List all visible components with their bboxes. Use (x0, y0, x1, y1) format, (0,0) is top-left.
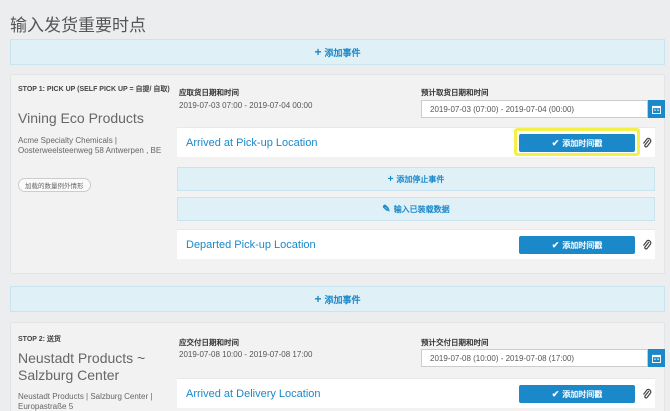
add-stop-event-button[interactable]: + 添加停止事件 (177, 167, 655, 191)
add-timestamp-label: 添加时间戳 (562, 389, 603, 399)
quantity-exception-button[interactable]: 加载的数量例外情形 (18, 178, 91, 192)
pickup-due-label: 应取货日期和时间 (179, 88, 239, 97)
add-stop-event-label: 添加停止事件 (396, 174, 445, 184)
add-event-button-middle[interactable]: + 添加事件 (10, 286, 665, 312)
event-row-arrived-delivery: Arrived at Delivery Location ✔ 添加时间戳 (177, 378, 655, 408)
paperclip-icon[interactable] (642, 239, 652, 251)
highlight-marker (514, 128, 640, 156)
paperclip-icon[interactable] (642, 137, 652, 149)
edit-icon: ✎ (382, 203, 391, 215)
add-event-label: 添加事件 (324, 47, 361, 58)
page-title: 输入发货重要时点 (10, 16, 146, 35)
delivery-planned-input[interactable]: 2019-07-08 (10:00) - 2019-07-08 (17:00) (421, 349, 648, 367)
event-row-departed-pickup: Departed Pick-up Location ✔ 添加时间戳 (177, 229, 655, 259)
enter-loaded-data-label: 输入已装载数据 (393, 204, 450, 214)
plus-icon: + (314, 292, 322, 306)
delivery-planned-label: 预计交付日期和时间 (421, 338, 489, 347)
stop-1-company: Vining Eco Products (18, 110, 144, 126)
pickup-planned-label: 预计取货日期和时间 (421, 88, 489, 97)
stop-1-address: Acme Specialty Chemicals | Oosterweelste… (18, 136, 162, 155)
stop-2-label: STOP 2: 送货 (18, 336, 61, 343)
enter-loaded-data-button[interactable]: ✎ 输入已装载数据 (177, 197, 655, 221)
add-timestamp-label: 添加时间戳 (562, 240, 603, 250)
delivery-due-value: 2019-07-08 10:00 - 2019-07-08 17:00 (179, 350, 313, 359)
add-event-label: 添加事件 (324, 294, 361, 305)
pickup-due-value: 2019-07-03 07:00 - 2019-07-04 00:00 (179, 101, 313, 110)
stop-2-company: Neustadt Products ~ Salzburg Center (18, 350, 146, 383)
plus-icon: + (314, 45, 322, 59)
event-title: Departed Pick-up Location (186, 239, 316, 251)
paperclip-icon[interactable] (642, 388, 652, 400)
event-title: Arrived at Delivery Location (186, 388, 321, 400)
pickup-planned-input[interactable]: 2019-07-03 (07:00) - 2019-07-04 (00:00) (421, 100, 648, 118)
check-icon: ✔ (551, 388, 560, 399)
calendar-icon[interactable] (648, 349, 665, 367)
calendar-icon[interactable] (648, 100, 665, 118)
check-icon: ✔ (551, 239, 560, 250)
add-timestamp-button[interactable]: ✔ 添加时间戳 (519, 385, 635, 403)
stop-1-label: STOP 1: PICK UP (SELF PICK UP = 自提/ 自取) (18, 86, 170, 93)
event-title: Arrived at Pick-up Location (186, 137, 318, 149)
stop-2-address: Neustadt Products | Salzburg Center | Eu… (18, 392, 153, 411)
plus-icon: + (387, 173, 394, 185)
add-timestamp-button[interactable]: ✔ 添加时间戳 (519, 236, 635, 254)
delivery-due-label: 应交付日期和时间 (179, 338, 239, 347)
add-event-button-top[interactable]: + 添加事件 (10, 39, 665, 65)
